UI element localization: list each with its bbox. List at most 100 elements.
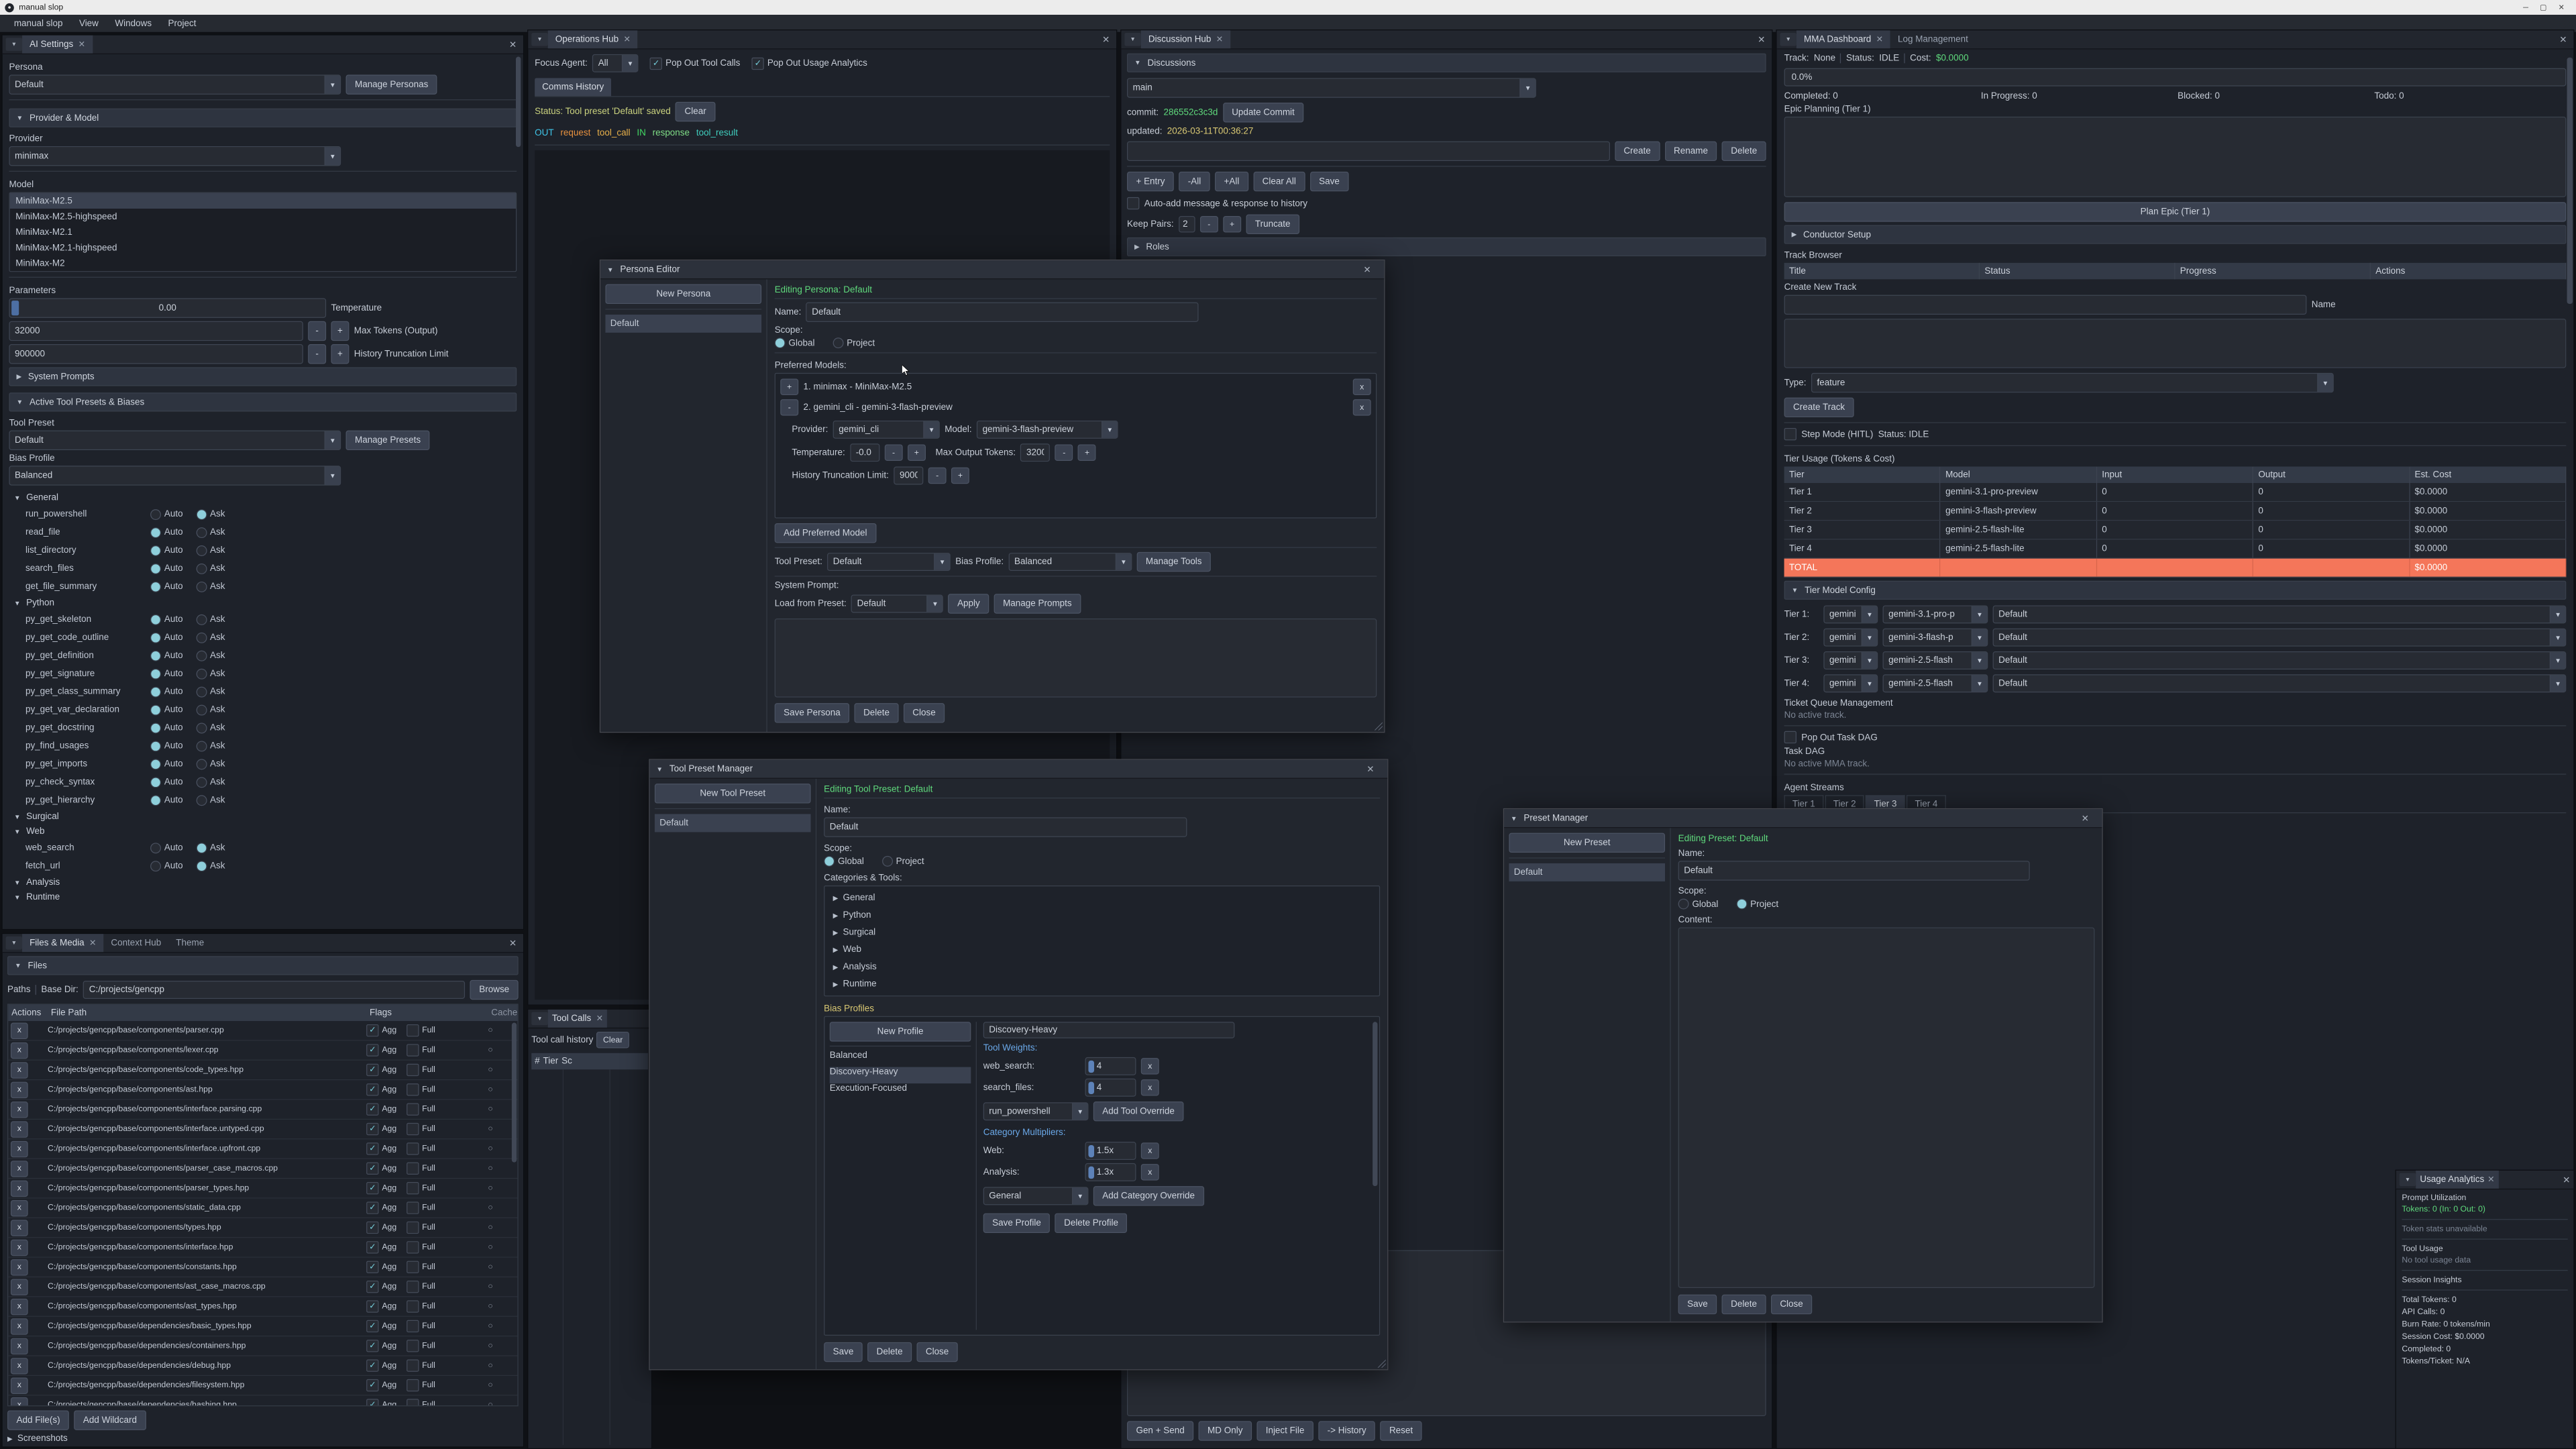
column-header[interactable]: File Path [48, 1008, 366, 1018]
popout-tool-calls-checkbox[interactable]: ✓Pop Out Tool Calls [650, 57, 741, 69]
agg-checkbox[interactable]: ✓Agg [366, 1379, 396, 1391]
auto-radio[interactable]: Auto [150, 777, 183, 788]
ask-radio[interactable]: Ask [196, 581, 225, 592]
column-header[interactable]: Status [1980, 263, 2175, 279]
pe-tool-preset-select[interactable]: Default▼ [827, 553, 951, 571]
full-checkbox[interactable]: ✓Full [407, 1024, 435, 1036]
focus-agent-select[interactable]: All▼ [592, 54, 639, 72]
auto-radio[interactable]: Auto [150, 704, 183, 715]
remove-file-button[interactable]: x [11, 1338, 28, 1354]
column-header[interactable]: Model [1941, 467, 2097, 483]
decrement-button[interactable]: - [308, 321, 326, 341]
tab-context-hub[interactable]: Context Hub [103, 934, 168, 952]
tool-preset-select[interactable]: Default▼ [9, 431, 341, 450]
full-checkbox[interactable]: ✓Full [407, 1142, 435, 1155]
entry-action-button[interactable]: +All [1215, 172, 1248, 191]
agg-checkbox[interactable]: ✓Agg [366, 1103, 396, 1115]
multiplier-slider[interactable]: 1.3x [1085, 1163, 1136, 1181]
agg-checkbox[interactable]: ✓Agg [366, 1399, 396, 1405]
model-option[interactable]: MiniMax-M2.1 [10, 224, 516, 239]
tool-group-header[interactable]: ▼Web [9, 824, 517, 839]
ask-radio[interactable]: Ask [196, 704, 225, 715]
remove-file-button[interactable]: x [11, 1298, 28, 1314]
ask-radio[interactable]: Ask [196, 545, 225, 555]
scope-global-radio[interactable]: Global [1678, 899, 1719, 910]
remove-override-button[interactable]: x [1141, 1142, 1159, 1159]
remove-file-button[interactable]: x [11, 1121, 28, 1137]
pe-bias-profile-select[interactable]: Balanced▼ [1008, 553, 1132, 571]
new-profile-button[interactable]: New Profile [830, 1022, 971, 1041]
pm-max-output-input[interactable] [1020, 443, 1050, 462]
panel-close-icon[interactable]: ✕ [2563, 1174, 2570, 1185]
keep-pairs-input[interactable] [1179, 216, 1195, 232]
ask-radio[interactable]: Ask [196, 632, 225, 643]
auto-radio[interactable]: Auto [150, 545, 183, 555]
truncate-button[interactable]: Truncate [1246, 215, 1299, 234]
agg-checkbox[interactable]: ✓Agg [366, 1142, 396, 1155]
maximize-icon[interactable]: ▢ [2540, 3, 2546, 11]
remove-file-button[interactable]: x [11, 1180, 28, 1196]
agg-checkbox[interactable]: ✓Agg [366, 1201, 396, 1214]
agg-checkbox[interactable]: ✓Agg [366, 1261, 396, 1273]
increment-button[interactable]: + [1223, 216, 1241, 232]
agg-checkbox[interactable]: ✓Agg [366, 1024, 396, 1036]
bias-profile-select[interactable]: Balanced▼ [9, 466, 341, 485]
category-row[interactable]: ▶ Surgical [833, 927, 1371, 937]
remove-model-button[interactable]: x [1353, 378, 1371, 394]
dock-menu-icon[interactable]: ▼ [6, 936, 22, 950]
agg-checkbox[interactable]: ✓Agg [366, 1300, 396, 1312]
clear-tool-calls-button[interactable]: Clear [596, 1032, 629, 1048]
auto-radio[interactable]: Auto [150, 563, 183, 574]
remove-file-button[interactable]: x [11, 1357, 28, 1373]
tab-comms-history[interactable]: Comms History [535, 78, 611, 96]
dialog-close-icon[interactable]: ✕ [1366, 763, 1374, 774]
discussion-select[interactable]: main▼ [1127, 78, 1536, 97]
close-tab-icon[interactable]: ✕ [1876, 35, 1883, 44]
tier-provider-select[interactable]: gemini▼ [1823, 674, 1878, 692]
weight-slider[interactable]: 4 [1085, 1057, 1136, 1075]
increment-button[interactable]: + [951, 468, 969, 484]
column-header[interactable]: Input [2097, 467, 2253, 483]
files-section-header[interactable]: ▼ Files [7, 956, 519, 975]
tier-model-select[interactable]: gemini-2.5-flash▼ [1883, 651, 1988, 669]
category-row[interactable]: ▶ Analysis [833, 962, 1371, 972]
persona-list-item[interactable]: Default [605, 315, 761, 333]
window-scrollbar-thumb[interactable] [2567, 58, 2573, 304]
category-row[interactable]: ▶ General [833, 893, 1371, 903]
full-checkbox[interactable]: ✓Full [407, 1241, 435, 1253]
agg-checkbox[interactable]: ✓Agg [366, 1083, 396, 1095]
ask-radio[interactable]: Ask [196, 777, 225, 788]
delete-discussion-button[interactable]: Delete [1722, 142, 1766, 161]
new-tool-preset-button[interactable]: New Tool Preset [655, 784, 811, 803]
tier-preset-select[interactable]: Default▼ [1993, 674, 2567, 692]
resize-grip[interactable] [1377, 1360, 1385, 1368]
dock-menu-icon[interactable]: ▼ [6, 38, 22, 51]
preset-list-item[interactable]: Default [1509, 863, 1665, 881]
remove-override-button[interactable]: x [1141, 1058, 1159, 1074]
model-option[interactable]: MiniMax-M2 [10, 256, 516, 271]
create-discussion-button[interactable]: Create [1615, 142, 1660, 161]
add-wildcard-button[interactable]: Add Wildcard [74, 1410, 146, 1430]
auto-radio[interactable]: Auto [150, 722, 183, 733]
menu-item[interactable]: manual slop [7, 19, 70, 29]
ask-radio[interactable]: Ask [196, 668, 225, 679]
manage-personas-button[interactable]: Manage Personas [346, 74, 437, 94]
model-option[interactable]: MiniMax-M2.5-highspeed [10, 209, 516, 224]
scope-global-radio[interactable]: Global [824, 856, 864, 867]
entry-action-button[interactable]: Clear All [1253, 172, 1305, 191]
scrollbar-thumb[interactable] [512, 1022, 517, 1162]
scope-project-radio[interactable]: Project [882, 856, 924, 867]
full-checkbox[interactable]: ✓Full [407, 1044, 435, 1056]
roles-header[interactable]: ▶ Roles [1127, 237, 1766, 256]
max-tokens-input[interactable] [9, 321, 303, 341]
pm-history-input[interactable] [894, 467, 923, 485]
composer-action-button[interactable]: Inject File [1256, 1421, 1313, 1440]
panel-close-icon[interactable]: ✕ [509, 39, 517, 50]
preset-content-textarea[interactable] [1678, 927, 2095, 1288]
scope-project-radio[interactable]: Project [1736, 899, 1778, 910]
full-checkbox[interactable]: ✓Full [407, 1222, 435, 1234]
add-preferred-model-button[interactable]: Add Preferred Model [775, 523, 876, 543]
tpm-titlebar[interactable]: ▼ Tool Preset Manager ✕ [650, 760, 1388, 779]
create-track-button[interactable]: Create Track [1784, 398, 1854, 417]
active-presets-header[interactable]: ▼ Active Tool Presets & Biases [9, 392, 517, 411]
